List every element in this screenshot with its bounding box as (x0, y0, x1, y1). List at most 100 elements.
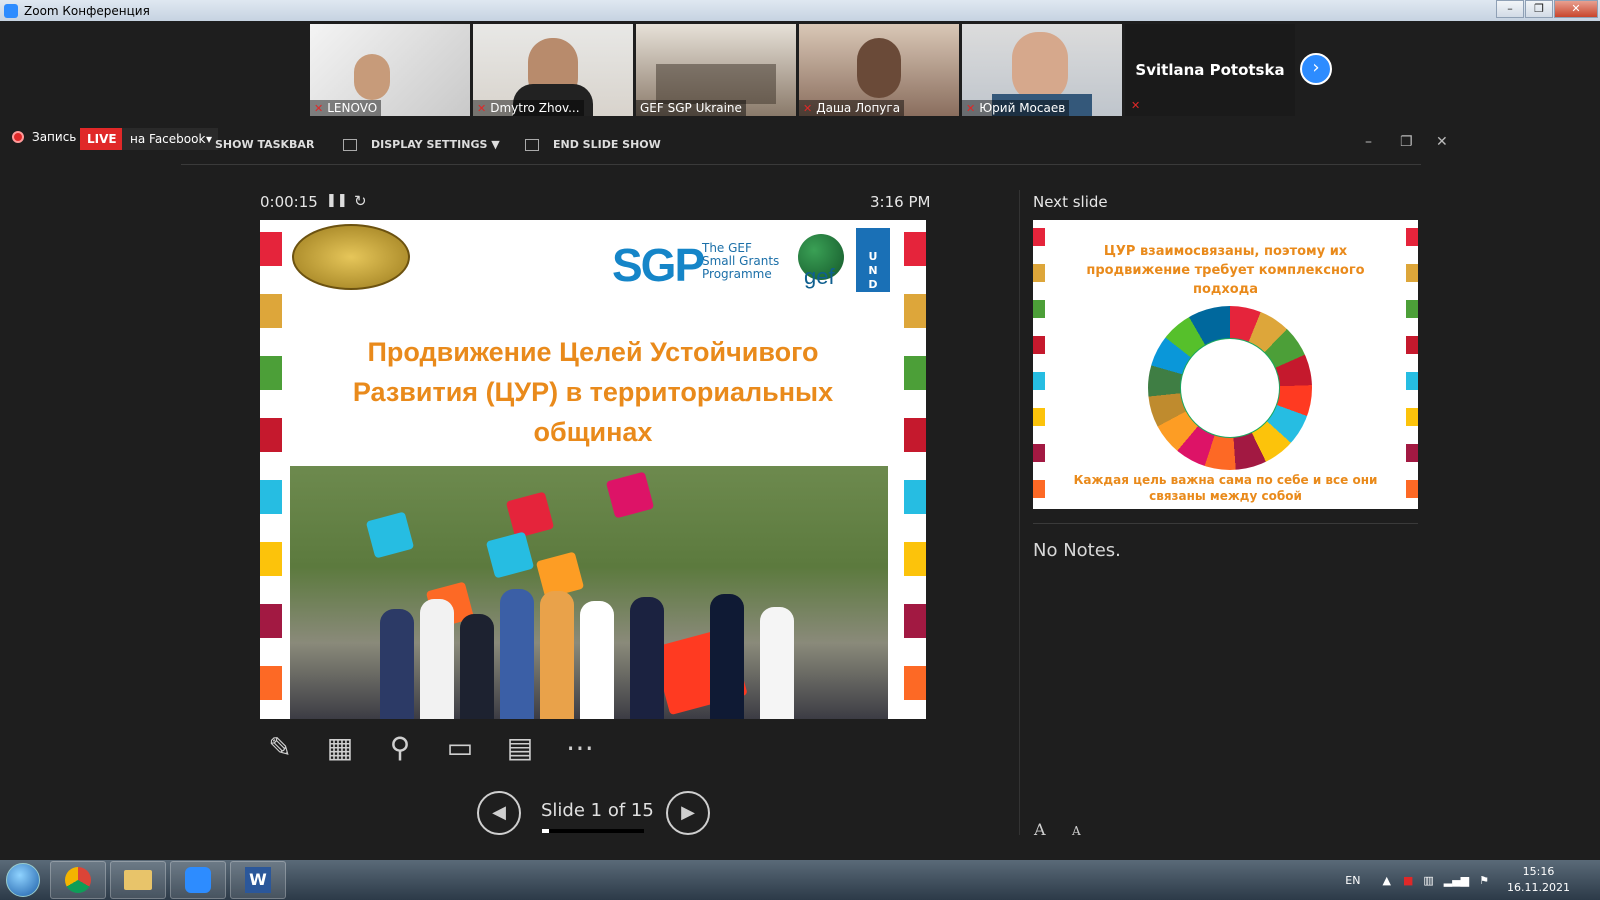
sdg-stripe (260, 294, 282, 328)
slide-counter[interactable]: Slide 1 of 15 (541, 800, 654, 821)
end-slide-show-button[interactable]: END SLIDE SHOW (525, 138, 661, 151)
sdg-stripe (1033, 372, 1045, 390)
participant-tile-name-only[interactable]: Svitlana Pototska ✕ (1125, 24, 1295, 116)
person (380, 609, 414, 719)
next-slide-line: ЦУР взаимосвязаны, поэтому их (1103, 244, 1348, 259)
windows-logo-icon (6, 863, 40, 897)
display-settings-icon (343, 138, 357, 151)
sdg-stripe (1406, 300, 1418, 318)
chrome-icon[interactable] (50, 861, 106, 899)
window-controls: – ❐ ✕ (1495, 0, 1598, 18)
sdg-stripe (260, 604, 282, 638)
decrease-font-button[interactable]: A (1072, 824, 1081, 838)
undp-letter: U (868, 250, 878, 263)
presenter-minimize-button[interactable]: – (1365, 134, 1372, 150)
close-button[interactable]: ✕ (1554, 0, 1598, 18)
show-taskbar-label: SHOW TASKBAR (215, 138, 315, 151)
participant-tile[interactable]: ✕ Dmytro Zhov... (473, 24, 633, 116)
next-slide-line: связаны между собой (1149, 489, 1302, 503)
dropdown-arrow-icon: ▾ (205, 132, 212, 146)
window-titlebar: Zoom Конференция – ❐ ✕ (0, 0, 1600, 21)
participant-tile[interactable]: GEF SGP Ukraine (636, 24, 796, 116)
participant-tile[interactable]: ✕ Даша Лопуга (799, 24, 959, 116)
sdg-cube (365, 511, 415, 559)
restart-timer-button[interactable]: ↻ (354, 192, 367, 210)
word-icon[interactable]: W (230, 861, 286, 899)
next-slide-top-text: ЦУР взаимосвязаны, поэтому их продвижени… (1053, 242, 1398, 299)
slide-photo (290, 466, 888, 719)
tray-app-icon[interactable]: ■ (1403, 874, 1413, 887)
muted-mic-icon: ✕ (314, 101, 324, 115)
tray-arrow-icon[interactable]: ▲ (1382, 874, 1390, 887)
muted-mic-icon: ✕ (1131, 99, 1141, 112)
minimize-button[interactable]: – (1496, 0, 1524, 18)
zoom-icon[interactable]: ⚲ (380, 728, 420, 768)
more-options-icon[interactable]: ⋯ (560, 728, 600, 768)
person (760, 607, 794, 719)
sdg-wheel-center (1180, 338, 1280, 438)
sdg-stripe (904, 542, 926, 576)
sdg-stripe (904, 232, 926, 266)
subtitles-icon[interactable]: ▤ (500, 728, 540, 768)
sdg-stripe (1406, 336, 1418, 354)
start-button[interactable] (0, 860, 46, 900)
display-settings-button[interactable]: DISPLAY SETTINGS ▼ (343, 138, 500, 151)
speaker-notes[interactable]: No Notes. (1033, 540, 1121, 561)
presenter-close-button[interactable]: ✕ (1436, 134, 1448, 150)
show-taskbar-button[interactable]: SHOW TASKBAR (215, 138, 314, 151)
maximize-button[interactable]: ❐ (1525, 0, 1553, 18)
participant-name: GEF SGP Ukraine (636, 100, 746, 116)
participant-tile[interactable]: ✕ Юрий Мосаев (962, 24, 1122, 116)
next-slide-preview[interactable]: ЦУР взаимосвязаны, поэтому их продвижени… (1033, 220, 1418, 509)
black-screen-icon[interactable]: ▭ (440, 728, 480, 768)
undp-logo: U N D P (856, 228, 890, 305)
see-all-slides-icon[interactable]: ▦ (320, 728, 360, 768)
undp-letter: P (868, 292, 878, 305)
sdg-cube (485, 531, 535, 579)
sgp-logo: SGP (612, 239, 705, 291)
slide-title: Продвижение Целей Устойчивого Развития (… (300, 332, 886, 452)
system-tray: EN ▲ ■ ▥ ▂▄▆ ⚑ 15:16 16.11.2021 (1345, 860, 1600, 900)
next-slide-line: продвижение требует комплексного подхода (1086, 263, 1365, 297)
explorer-icon[interactable] (110, 861, 166, 899)
sdg-stripe (1406, 264, 1418, 282)
live-badge[interactable]: LIVE (80, 128, 124, 150)
pause-timer-button[interactable]: ❚❚ (326, 193, 348, 208)
person (540, 591, 574, 719)
slide-title-line: Продвижение Целей Устойчивого (367, 337, 819, 367)
increase-font-button[interactable]: A (1034, 820, 1046, 839)
sdg-stripe (1406, 444, 1418, 462)
next-slide-button[interactable]: ▶ (666, 791, 710, 835)
live-target-dropdown[interactable]: на Facebook ▾ (122, 128, 218, 150)
presenter-restore-button[interactable]: ❐ (1400, 134, 1413, 150)
slide-progress-bar (542, 829, 644, 833)
pen-icon[interactable]: ✎ (260, 728, 300, 768)
participant-name: ✕ Даша Лопуга (799, 100, 905, 116)
pane-divider[interactable] (1019, 190, 1020, 835)
signal-icon[interactable]: ▂▄▆ (1444, 874, 1469, 887)
sdg-stripe (904, 666, 926, 700)
current-time: 3:16 PM (870, 193, 931, 211)
sdg-stripe (260, 666, 282, 700)
end-slide-show-label: END SLIDE SHOW (553, 138, 661, 151)
sdg-stripe (1033, 264, 1045, 282)
slide-title-line: Развития (ЦУР) в территориальных (352, 377, 834, 407)
sgp-line: Programme (702, 267, 772, 281)
flag-icon[interactable]: ⚑ (1479, 874, 1489, 887)
sdg-stripe (260, 232, 282, 266)
participant-tile[interactable]: ✕ LENOVO (310, 24, 470, 116)
recording-indicator[interactable]: Запись (12, 130, 76, 144)
gallery-next-button[interactable]: › (1300, 53, 1332, 85)
network-icon[interactable]: ▥ (1423, 874, 1433, 887)
zoom-icon[interactable] (170, 861, 226, 899)
taskbar-date: 16.11.2021 (1507, 881, 1570, 894)
next-slide-line: Каждая цель важна сама по себе и все они (1073, 473, 1378, 487)
sdg-stripe (260, 480, 282, 514)
previous-slide-button[interactable]: ◀ (477, 791, 521, 835)
record-label: Запись (32, 130, 77, 144)
presenter-control-bar: Запись LIVE на Facebook ▾ SHOW TASKBAR D… (0, 124, 1600, 164)
current-slide: SGP The GEF Small Grants Programme gef U… (260, 220, 926, 719)
sdg-stripe (904, 294, 926, 328)
taskbar-clock[interactable]: 15:16 16.11.2021 (1507, 864, 1570, 896)
language-indicator[interactable]: EN (1345, 874, 1360, 887)
